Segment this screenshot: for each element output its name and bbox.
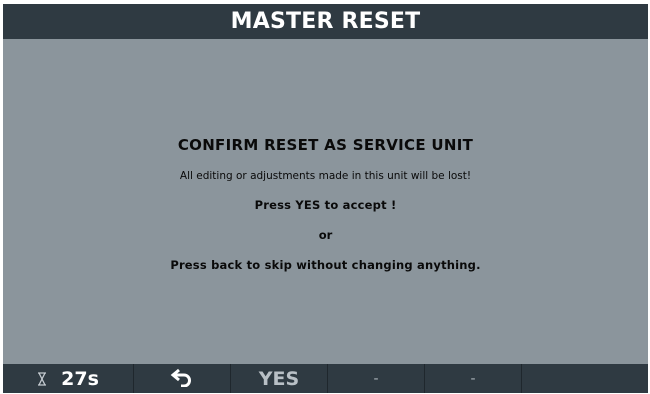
or-text: or [318, 228, 333, 242]
timer-value: 27s [61, 367, 99, 390]
softkey-5[interactable]: - [425, 364, 522, 393]
back-button[interactable] [134, 364, 231, 393]
skip-instruction: Press back to skip without changing anyt… [170, 258, 481, 272]
screen: MASTER RESET CONFIRM RESET AS SERVICE UN… [3, 4, 648, 393]
yes-button[interactable]: YES [231, 364, 328, 393]
timer-display: 27s [3, 364, 134, 393]
warning-text: All editing or adjustments made in this … [179, 170, 472, 182]
header-bar: MASTER RESET [3, 4, 648, 39]
accept-instruction: Press YES to accept ! [254, 198, 397, 212]
back-arrow-icon [169, 367, 195, 391]
softkey-bar: 27s YES - - [3, 364, 648, 393]
page-title: MASTER RESET [230, 9, 421, 34]
softkey-4[interactable]: - [328, 364, 425, 393]
softkey-4-label: - [373, 370, 379, 387]
yes-label: YES [258, 367, 300, 390]
message-panel: CONFIRM RESET AS SERVICE UNIT All editin… [3, 39, 648, 364]
hourglass-icon [37, 371, 47, 386]
softkey-5-label: - [470, 370, 476, 387]
softkey-6 [522, 364, 648, 393]
confirm-title: CONFIRM RESET AS SERVICE UNIT [177, 136, 474, 154]
